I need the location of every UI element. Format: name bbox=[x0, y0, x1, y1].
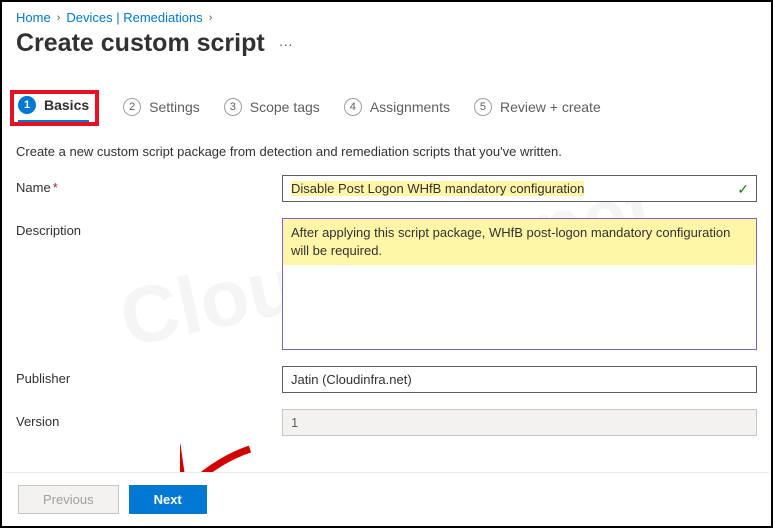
publisher-label: Publisher bbox=[16, 366, 282, 386]
wizard-steps: 1 Basics 2 Settings 3 Scope tags 4 Assig… bbox=[16, 96, 757, 126]
step-label: Assignments bbox=[370, 99, 450, 115]
wizard-step-review-create[interactable]: 5 Review + create bbox=[474, 98, 601, 124]
description-label: Description bbox=[16, 218, 282, 238]
description-textarea[interactable]: After applying this script package, WHfB… bbox=[282, 218, 757, 350]
previous-button: Previous bbox=[18, 485, 119, 514]
name-input[interactable]: Disable Post Logon WHfB mandatory config… bbox=[282, 175, 757, 202]
page-title: Create custom script bbox=[16, 29, 265, 58]
chevron-right-icon: › bbox=[57, 12, 61, 24]
wizard-step-scope-tags[interactable]: 3 Scope tags bbox=[224, 98, 320, 124]
step-number-icon: 1 bbox=[18, 96, 36, 114]
step-label: Scope tags bbox=[250, 99, 320, 115]
step-number-icon: 3 bbox=[224, 98, 242, 116]
name-label: Name* bbox=[16, 175, 282, 195]
step-number-icon: 5 bbox=[474, 98, 492, 116]
breadcrumb: Home › Devices | Remediations › bbox=[16, 10, 757, 25]
more-actions-icon[interactable]: ··· bbox=[279, 36, 293, 52]
next-button[interactable]: Next bbox=[129, 485, 207, 514]
wizard-step-settings[interactable]: 2 Settings bbox=[123, 98, 200, 124]
chevron-right-icon: › bbox=[209, 12, 213, 24]
checkmark-icon: ✓ bbox=[737, 181, 749, 198]
breadcrumb-devices[interactable]: Devices | Remediations bbox=[66, 10, 202, 25]
breadcrumb-home[interactable]: Home bbox=[16, 10, 51, 25]
version-input: 1 bbox=[282, 409, 757, 436]
step-label: Basics bbox=[44, 97, 89, 113]
publisher-input[interactable] bbox=[282, 366, 757, 393]
step-number-icon: 4 bbox=[344, 98, 362, 116]
version-label: Version bbox=[16, 409, 282, 429]
wizard-step-assignments[interactable]: 4 Assignments bbox=[344, 98, 450, 124]
step-number-icon: 2 bbox=[123, 98, 141, 116]
required-asterisk: * bbox=[53, 180, 58, 195]
wizard-step-basics[interactable]: 1 Basics bbox=[18, 96, 89, 122]
step-label: Review + create bbox=[500, 99, 601, 115]
footer-bar: Previous Next bbox=[4, 472, 769, 526]
step-label: Settings bbox=[149, 99, 200, 115]
intro-text: Create a new custom script package from … bbox=[16, 144, 757, 159]
